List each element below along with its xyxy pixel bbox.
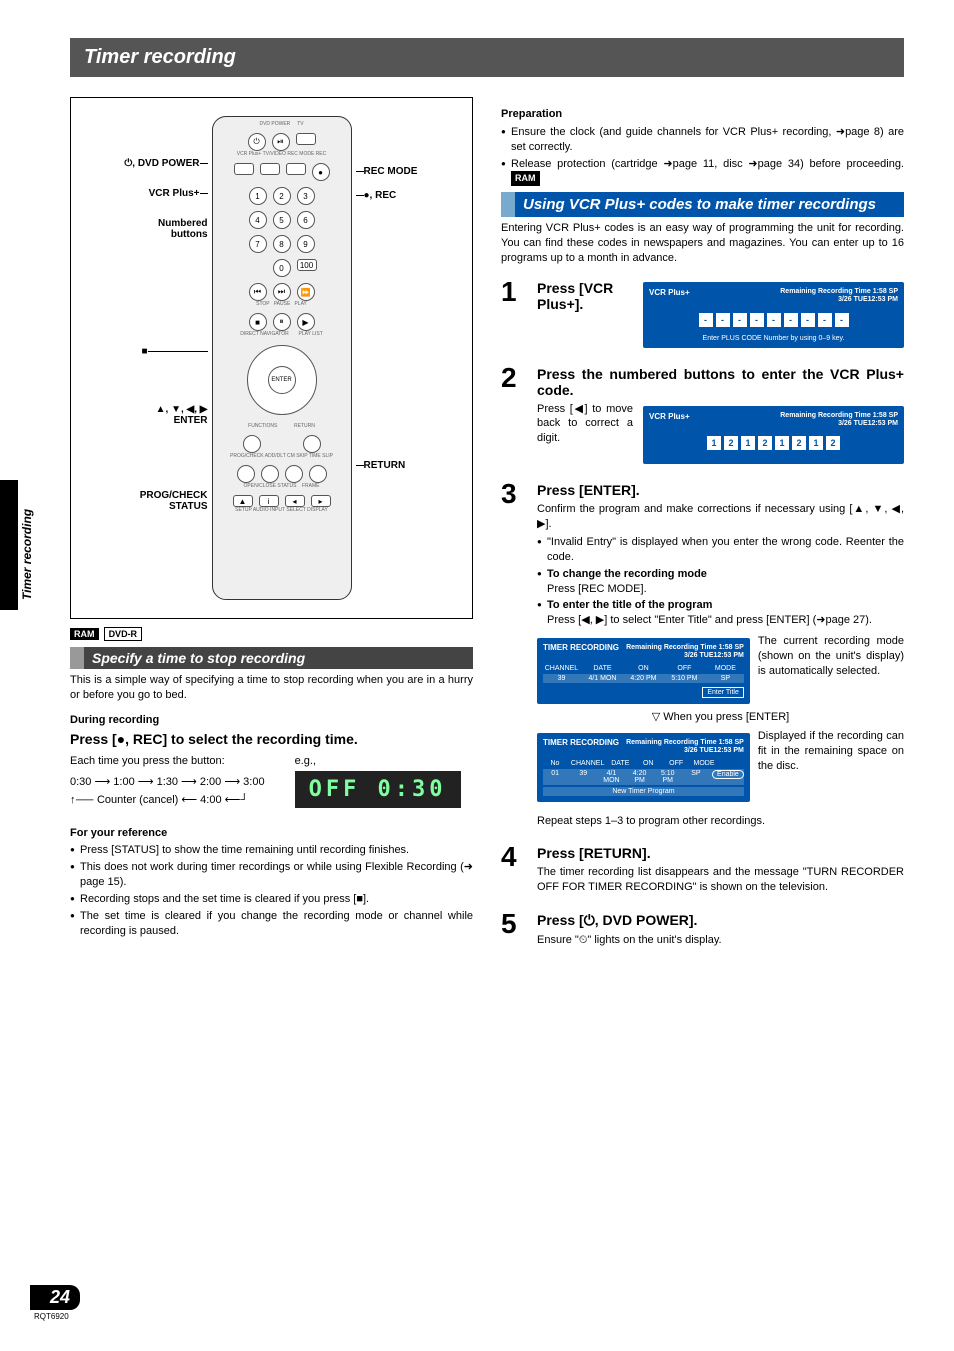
- step-number: 4: [501, 843, 527, 898]
- flow-line-1: 0:30 ⟶ 1:00 ⟶ 1:30 ⟶ 2:00 ⟶ 3:00: [70, 774, 265, 792]
- prep-item: Ensure the clock (and guide channels for…: [501, 125, 904, 155]
- step-number: 2: [501, 364, 527, 469]
- callout-return: RETURN: [356, 460, 406, 471]
- step4-heading: Press [RETURN].: [537, 845, 904, 861]
- step3-repeat: Repeat steps 1–3 to program other record…: [537, 814, 904, 829]
- step-2: 2 Press the numbered buttons to enter th…: [501, 364, 904, 469]
- step3-enter-title: To enter the title of the programPress […: [537, 598, 904, 628]
- osd-step2: VCR Plus+ Remaining Recording Time 1:58 …: [643, 406, 904, 465]
- step5-heading: Press [⏻, DVD POWER].: [537, 912, 904, 929]
- callout-vcrplus: VCR Plus+: [122, 188, 208, 199]
- step3-note-a: The current recording mode (shown on the…: [758, 634, 904, 679]
- preparation-heading: Preparation: [501, 107, 904, 122]
- time-flow: 0:30 ⟶ 1:00 ⟶ 1:30 ⟶ 2:00 ⟶ 3:00 ↑⸺ Coun…: [70, 774, 265, 809]
- step5-body: Ensure "⏲" lights on the unit's display.: [537, 933, 904, 948]
- callout-numbered: Numbered buttons: [122, 218, 208, 240]
- side-tab: [0, 480, 18, 610]
- badge-dvdr: DVD-R: [104, 627, 143, 641]
- osd-hint: Enter PLUS CODE Number by using 0–9 key.: [649, 335, 898, 342]
- badge-ram-inline: RAM: [511, 171, 540, 185]
- page-number: 24: [30, 1285, 80, 1310]
- step1-heading: Press [VCR Plus+].: [537, 280, 633, 312]
- osd-digit-row: 12121212: [649, 436, 898, 450]
- step3-change-mode: To change the recording modePress [REC M…: [537, 567, 904, 597]
- callout-progcheck: PROG/CHECK STATUS: [122, 490, 208, 512]
- badge-ram: RAM: [70, 628, 99, 640]
- step3-invalid: "Invalid Entry" is displayed when you en…: [537, 535, 904, 565]
- lcd-display: OFF 0:30: [295, 771, 461, 808]
- timing-example-row: Each time you press the button: 0:30 ⟶ 1…: [70, 751, 473, 816]
- enter-title-button: Enter Title: [702, 687, 744, 698]
- title-band: Timer recording: [70, 38, 904, 77]
- step-4: 4 Press [RETURN]. The timer recording li…: [501, 843, 904, 898]
- page-title: Timer recording: [84, 46, 890, 69]
- step4-body: The timer recording list disappears and …: [537, 865, 904, 895]
- during-recording-label: During recording: [70, 713, 473, 728]
- step-number: 5: [501, 910, 527, 951]
- remote-illustration: ⏻, DVD POWER VCR Plus+ Numbered buttons …: [132, 108, 412, 608]
- step3-heading: Press [ENTER].: [537, 482, 904, 498]
- callout-recmode: REC MODE: [356, 166, 418, 177]
- remote-diagram: ⏻, DVD POWER VCR Plus+ Numbered buttons …: [70, 97, 473, 619]
- osd-row-b: TIMER RECORDING Remaining Recording Time…: [537, 729, 904, 806]
- press-rec-heading: Press [●, REC] to select the recording t…: [70, 731, 473, 747]
- ref-item: This does not work during timer recordin…: [70, 860, 473, 890]
- ref-item: Press [STATUS] to show the time remainin…: [70, 843, 473, 858]
- ref-item: Recording stops and the set time is clea…: [70, 892, 473, 907]
- callout-rec: ●, REC: [356, 190, 397, 201]
- page: Timer recording Timer recording ⏻, DVD P…: [0, 0, 954, 1351]
- each-time-label: Each time you press the button:: [70, 754, 265, 769]
- remote-body: DVD POWER TV ⏻⏯ VCR Plus+ TV/VIDEO REC M…: [212, 116, 352, 600]
- step-1: 1 Press [VCR Plus+]. VCR Plus+ Remaining…: [501, 278, 904, 352]
- left-column: ⏻, DVD POWER VCR Plus+ Numbered buttons …: [70, 97, 473, 955]
- prep-item: Release protection (cartridge ➜page 11, …: [501, 157, 904, 187]
- format-badges: RAM DVD-R: [70, 627, 473, 641]
- section-vcrplus-heading: Using VCR Plus+ codes to make timer reco…: [501, 192, 904, 217]
- step-3: 3 Press [ENTER]. Confirm the program and…: [501, 480, 904, 831]
- callout-arrows-enter: ▲, ▼, ◀, ▶ ENTER: [122, 404, 208, 426]
- ref-item: The set time is cleared if you change th…: [70, 909, 473, 939]
- osd-step3b: TIMER RECORDING Remaining Recording Time…: [537, 733, 750, 802]
- step-number: 1: [501, 278, 527, 352]
- osd-vcrplus-label: VCR Plus+: [649, 288, 690, 297]
- eg-label: e.g.,: [295, 754, 461, 769]
- osd-step1: VCR Plus+ Remaining Recording Time 1:58 …: [643, 282, 904, 348]
- section-specify-heading: Specify a time to stop recording: [70, 647, 473, 669]
- right-column: Preparation Ensure the clock (and guide …: [501, 97, 904, 955]
- flow-line-2: ↑⸺ Counter (cancel) ⟵ 4:00 ⟵┘: [70, 792, 265, 810]
- step-number: 3: [501, 480, 527, 831]
- step-5: 5 Press [⏻, DVD POWER]. Ensure "⏲" light…: [501, 910, 904, 951]
- osd-row-a: TIMER RECORDING Remaining Recording Time…: [537, 634, 904, 708]
- callout-dvd-power: ⏻, DVD POWER: [122, 158, 208, 169]
- step2-note: Press [◀] to move back to correct a digi…: [537, 402, 633, 447]
- reference-list: Press [STATUS] to show the time remainin…: [70, 843, 473, 938]
- step2-heading: Press the numbered buttons to enter the …: [537, 366, 904, 398]
- specify-intro: This is a simple way of specifying a tim…: [70, 673, 473, 703]
- preparation-list: Ensure the clock (and guide channels for…: [501, 125, 904, 186]
- doc-code: RQT6920: [34, 1312, 80, 1321]
- vcrplus-intro: Entering VCR Plus+ codes is an easy way …: [501, 221, 904, 266]
- side-section-label: Timer recording: [20, 509, 34, 600]
- for-your-reference-heading: For your reference: [70, 826, 473, 841]
- content-columns: ⏻, DVD POWER VCR Plus+ Numbered buttons …: [70, 97, 904, 955]
- osd-step3a: TIMER RECORDING Remaining Recording Time…: [537, 638, 750, 704]
- callout-stop: ■: [122, 346, 208, 357]
- step3-note-b: Displayed if the recording can fit in th…: [758, 729, 904, 774]
- osd-digit-row: ---------: [649, 313, 898, 327]
- step3-confirm: Confirm the program and make corrections…: [537, 502, 904, 532]
- page-footer: 24 RQT6920: [30, 1285, 80, 1321]
- when-press-enter: When you press [ENTER]: [537, 710, 904, 723]
